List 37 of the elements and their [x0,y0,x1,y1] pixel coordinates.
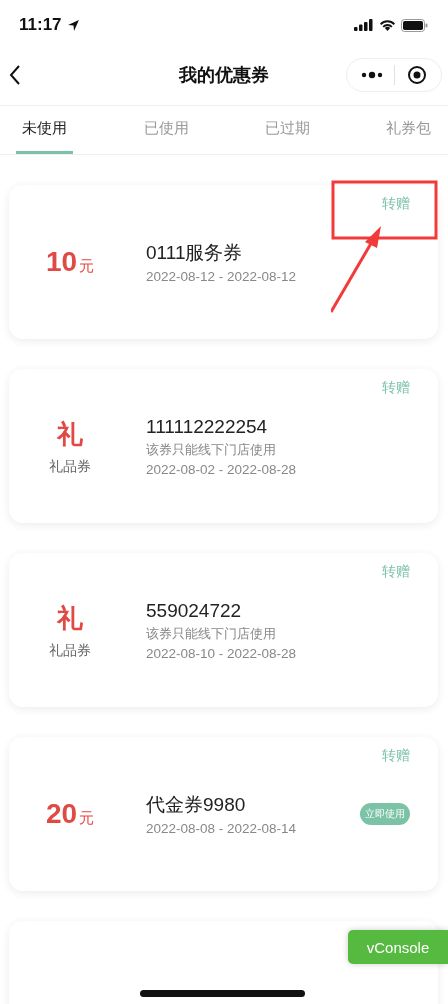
tab[interactable]: 已使用 [139,106,194,154]
validity-dates: 2022-08-02 - 2022-08-28 [146,461,298,477]
tab[interactable]: 礼券包 [381,106,436,154]
coupon-amount: 10 [45,246,78,278]
use-now-button[interactable]: 立即使用 [360,803,410,825]
currency-unit: 元 [79,257,95,276]
validity-dates: 2022-08-08 - 2022-08-14 [146,821,298,836]
validity-dates: 2022-08-10 - 2022-08-28 [146,645,298,661]
signal-icon [354,19,374,31]
coupon-title: 559024722 [146,599,243,622]
transfer-link[interactable]: 转赠 [382,195,410,215]
coupon-note: 该券只能线下门店使用 [146,440,277,459]
transfer-link[interactable]: 转赠 [382,379,410,399]
coupon-note: 该券只能线下门店使用 [146,624,277,643]
tab[interactable]: 未使用 [16,106,73,154]
gift-symbol: 礼 [57,417,83,451]
transfer-link[interactable]: 转赠 [382,563,410,583]
coupon-type: 礼品券 [49,457,91,476]
wifi-icon [379,19,396,31]
vconsole-button[interactable]: vConsole [348,930,448,964]
currency-unit: 元 [79,809,95,828]
location-arrow-icon [66,18,80,32]
coupon-title: 0111服务券 [146,241,244,265]
status-time: 11:17 [19,15,62,35]
tab[interactable]: 已过期 [260,106,315,154]
close-icon[interactable] [407,64,428,85]
more-icon[interactable] [360,70,383,79]
battery-icon [401,18,428,32]
coupon-type: 礼品券 [49,641,91,660]
coupon-title: 111112222254 [146,415,269,438]
page-title: 我的优惠券 [177,62,270,87]
transfer-link[interactable]: 转赠 [382,747,410,767]
validity-dates: 2022-08-12 - 2022-08-12 [146,269,298,284]
coupon-amount: 20 [45,798,78,830]
back-icon[interactable] [9,64,21,85]
coupon-title: 代金券9980 [146,793,247,817]
gift-symbol: 礼 [57,601,83,635]
